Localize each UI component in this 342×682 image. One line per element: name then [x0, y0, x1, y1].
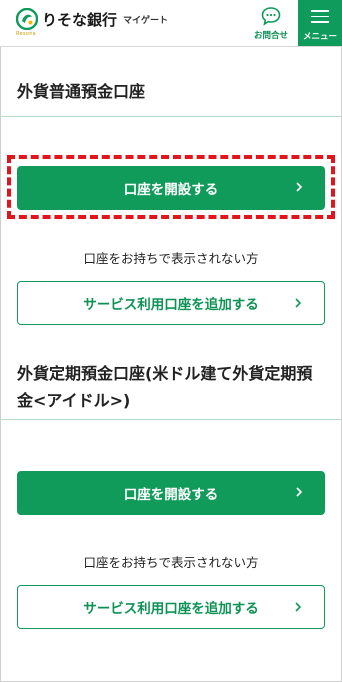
add-service-account-button[interactable]: サービス利用口座を追加する — [17, 585, 325, 629]
chevron-right-icon — [293, 180, 305, 194]
chevron-right-icon — [292, 600, 304, 614]
contact-button[interactable]: お問合せ — [246, 4, 296, 44]
app-header: りそな銀行 マイゲート Resona お問合せ メニュー — [0, 0, 342, 47]
account-not-shown-note: 口座をお持ちで表示されない方 — [83, 251, 259, 266]
add-service-account-label: サービス利用口座を追加する — [83, 297, 259, 313]
menu-label: メニュー — [302, 32, 337, 42]
section-title-fx-time-deposit: 外貨定期預金口座(米ドル建て外貨定期預金<アイドル>) — [17, 364, 313, 410]
open-account-button[interactable]: 口座を開設する — [17, 471, 325, 515]
chevron-right-icon — [293, 485, 305, 499]
contact-label: お問合せ — [253, 31, 288, 41]
account-not-shown-note: 口座をお持ちで表示されない方 — [83, 555, 259, 570]
section-divider — [1, 419, 341, 420]
brand-tag: Resona — [16, 31, 37, 37]
chat-bubble-icon — [261, 7, 281, 26]
open-account-label: 口座を開設する — [123, 182, 219, 198]
menu-button[interactable]: メニュー — [298, 0, 342, 46]
resona-logo[interactable]: りそな銀行 マイゲート — [15, 7, 169, 31]
add-service-account-button[interactable]: サービス利用口座を追加する — [17, 281, 325, 325]
brand-subtitle: マイゲート — [123, 15, 169, 26]
add-service-account-label: サービス利用口座を追加する — [83, 601, 259, 617]
brand-name: りそな銀行 — [42, 10, 118, 29]
chevron-right-icon — [292, 296, 304, 310]
hamburger-icon — [311, 10, 329, 27]
open-account-button[interactable]: 口座を開設する — [17, 166, 325, 210]
open-account-label: 口座を開設する — [123, 487, 219, 503]
section-divider — [1, 116, 341, 117]
resona-logo-icon — [15, 7, 39, 31]
section-title-fx-savings: 外貨普通預金口座 — [17, 82, 146, 101]
